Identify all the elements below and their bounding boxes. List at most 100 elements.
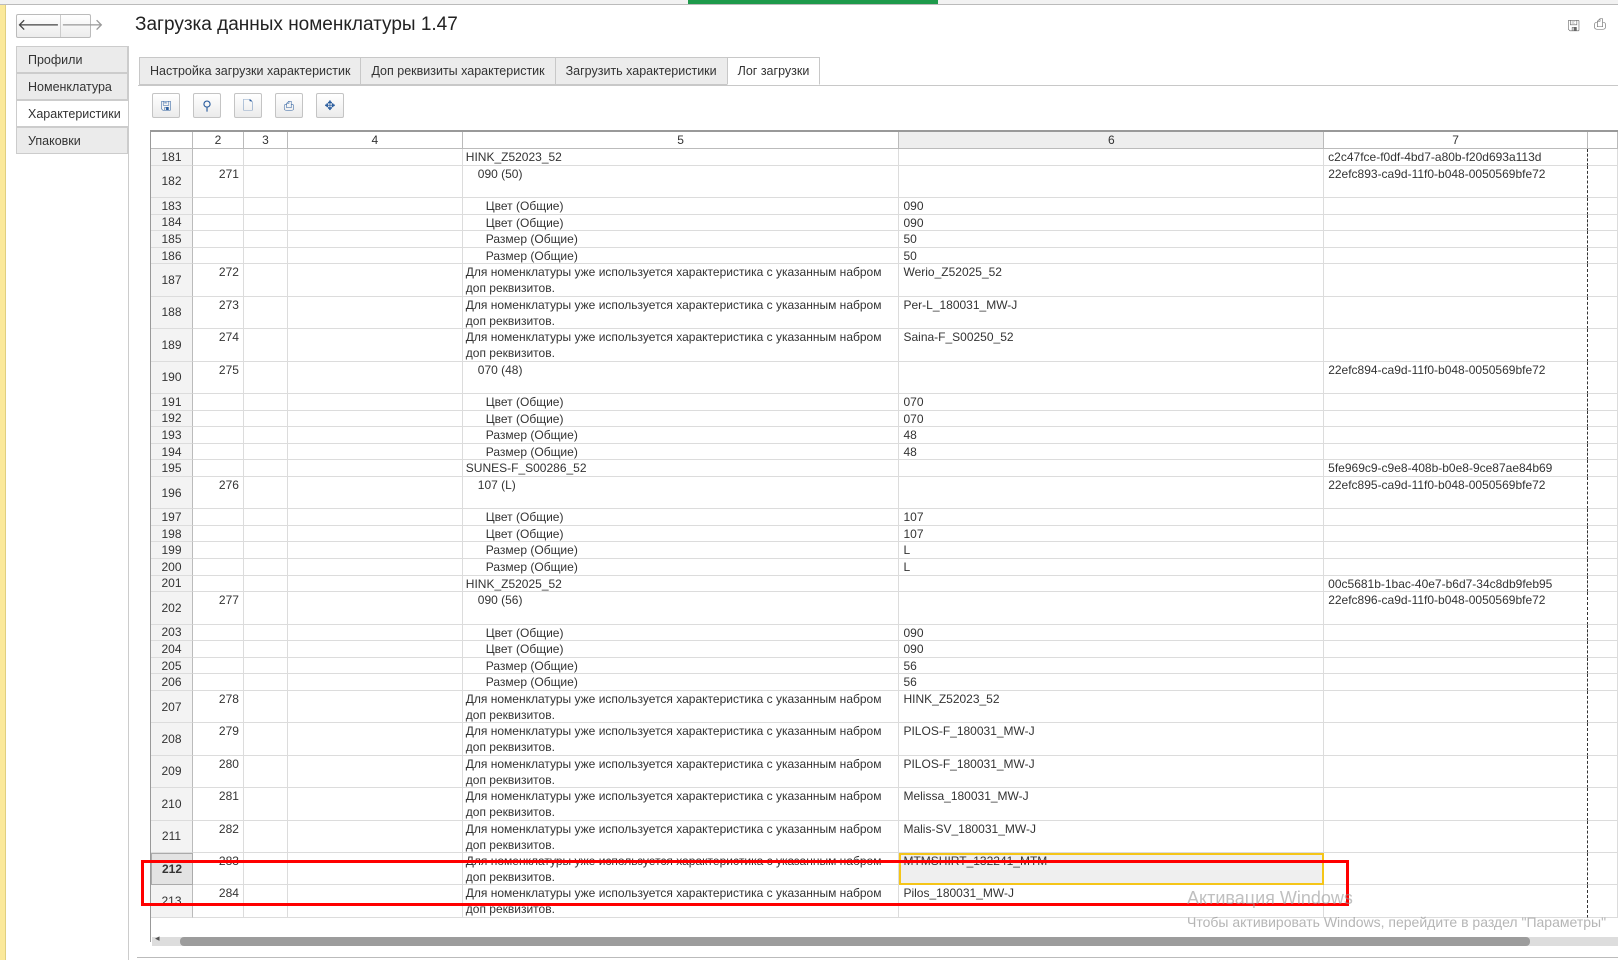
cell-value[interactable]: L	[899, 542, 1325, 560]
cell-guid[interactable]	[1324, 427, 1588, 444]
row-number[interactable]: 191	[151, 393, 193, 411]
print-button[interactable]: ⎙	[275, 93, 303, 118]
cell-guid[interactable]	[1324, 691, 1588, 724]
cell-col4[interactable]	[287, 393, 463, 411]
cell-message[interactable]: 090 (56)	[462, 592, 900, 625]
row-number[interactable]: 182	[151, 165, 193, 198]
cell-guid[interactable]	[1324, 788, 1588, 821]
cell-line-number[interactable]	[192, 214, 244, 232]
row-number[interactable]: 192	[151, 410, 193, 428]
row-number[interactable]: 203	[151, 624, 193, 642]
column-header-blank[interactable]	[151, 132, 193, 149]
cell-message[interactable]: Цвет (Общие)	[462, 410, 900, 428]
cell-line-number[interactable]	[192, 197, 244, 215]
row-number[interactable]: 198	[151, 525, 193, 543]
cell-col4[interactable]	[287, 723, 463, 756]
cell-message[interactable]: Размер (Общие)	[462, 427, 900, 444]
cell-line-number[interactable]: 274	[192, 329, 244, 362]
cell-line-number[interactable]: 271	[192, 165, 244, 198]
column-header-blank[interactable]	[1587, 132, 1618, 149]
cell-message[interactable]: Цвет (Общие)	[462, 624, 900, 642]
cell-guid[interactable]: 5fe969c9-c9e8-408b-b0e8-9ce87ae84b69	[1324, 460, 1588, 477]
row-number[interactable]: 190	[151, 361, 193, 394]
cell-line-number[interactable]: 273	[192, 296, 244, 330]
table-row[interactable]: 196 276 107 (L) 22efc895-ca9d-11f0-b048-005…	[151, 476, 1618, 510]
cell-message[interactable]: Цвет (Общие)	[462, 197, 900, 215]
cell-col4[interactable]	[287, 525, 463, 543]
scrollbar-thumb[interactable]	[180, 937, 1530, 946]
cell-value[interactable]: 107	[899, 525, 1325, 543]
row-number[interactable]: 202	[151, 592, 193, 625]
move-button[interactable]: ✥	[316, 93, 344, 118]
find-button[interactable]: ⚲	[193, 93, 221, 118]
cell-col3[interactable]	[243, 476, 288, 510]
forward-arrow-icon[interactable]: 🡒	[59, 15, 104, 37]
tab-load-settings[interactable]: Настройка загрузки характеристик	[139, 57, 362, 85]
cell-col3[interactable]	[243, 393, 288, 411]
cell-col3[interactable]	[243, 723, 288, 756]
cell-guid[interactable]	[1324, 657, 1588, 675]
cell-guid[interactable]	[1324, 542, 1588, 560]
row-number[interactable]: 184	[151, 214, 193, 232]
cell-line-number[interactable]	[192, 542, 244, 560]
cell-col3[interactable]	[243, 674, 288, 692]
row-number[interactable]: 201	[151, 575, 193, 593]
cell-message[interactable]: Для номенклатуры уже используется характ…	[462, 691, 900, 724]
cell-message[interactable]: SUNES-F_S00286_52	[462, 460, 900, 477]
column-header-6[interactable]: 6	[899, 132, 1325, 149]
cell-message[interactable]: Размер (Общие)	[462, 231, 900, 248]
cell-value[interactable]	[899, 361, 1325, 394]
back-arrow-icon[interactable]: 🡐	[17, 15, 60, 37]
cell-value[interactable]: 50	[899, 247, 1325, 265]
cell-value[interactable]: Werio_Z52025_52	[899, 264, 1325, 297]
cell-extra[interactable]	[1588, 542, 1618, 560]
cell-message[interactable]: Цвет (Общие)	[462, 214, 900, 232]
cell-extra[interactable]	[1588, 476, 1618, 510]
cell-col3[interactable]	[243, 592, 288, 625]
cell-col4[interactable]	[287, 641, 463, 658]
cell-extra[interactable]	[1587, 885, 1618, 918]
cell-line-number[interactable]	[192, 525, 244, 543]
cell-line-number[interactable]	[192, 624, 244, 642]
cell-guid[interactable]	[1324, 723, 1588, 756]
cell-col4[interactable]	[287, 197, 463, 215]
cell-col4[interactable]	[287, 691, 463, 724]
cell-guid[interactable]	[1324, 231, 1588, 248]
table-row[interactable]: 208 279 Для номенклатуры уже используется …	[151, 723, 1618, 756]
cell-col4[interactable]	[287, 165, 463, 198]
cell-message[interactable]: 107 (L)	[462, 476, 900, 510]
row-number[interactable]: 208	[151, 723, 193, 756]
cell-col3[interactable]	[243, 460, 288, 477]
cell-value[interactable]: 50	[899, 231, 1325, 248]
row-number[interactable]: 188	[151, 296, 193, 330]
cell-value[interactable]: 56	[899, 674, 1325, 692]
cell-line-number[interactable]: 279	[192, 723, 244, 756]
row-number[interactable]: 187	[151, 264, 193, 297]
cell-guid[interactable]	[1324, 755, 1588, 789]
cell-line-number[interactable]	[192, 427, 244, 444]
cell-value[interactable]: Melissa_180031_MW-J	[899, 788, 1325, 821]
cell-value[interactable]: HINK_Z52023_52	[899, 691, 1325, 724]
cell-message[interactable]: Размер (Общие)	[462, 559, 900, 576]
table-row[interactable]: 190 275 070 (48) 22efc894-ca9d-11f0-b048-00…	[151, 361, 1618, 394]
cell-extra[interactable]	[1588, 525, 1618, 543]
cell-col4[interactable]	[287, 657, 463, 675]
cell-message[interactable]: Цвет (Общие)	[462, 525, 900, 543]
cell-col3[interactable]	[243, 410, 288, 428]
cell-extra[interactable]	[1587, 149, 1618, 166]
cell-line-number[interactable]	[192, 460, 244, 477]
cell-message[interactable]: 070 (48)	[462, 361, 900, 394]
cell-extra[interactable]	[1587, 691, 1618, 724]
cell-col3[interactable]	[243, 197, 288, 215]
cell-line-number[interactable]	[192, 247, 244, 265]
cell-message[interactable]: Цвет (Общие)	[462, 509, 900, 526]
table-row[interactable]: 194 Размер (Общие) 48	[151, 443, 1618, 461]
table-row[interactable]: 184 Цвет (Общие) 090	[151, 214, 1618, 232]
table-row[interactable]: 191 Цвет (Общие) 070	[151, 393, 1618, 411]
cell-guid[interactable]	[1324, 525, 1588, 543]
cell-message[interactable]: Цвет (Общие)	[462, 641, 900, 658]
cell-message[interactable]: Для номенклатуры уже используется характ…	[462, 329, 900, 362]
row-number[interactable]: 185	[151, 231, 193, 248]
cell-line-number[interactable]: 281	[192, 788, 244, 821]
cell-value[interactable]: 107	[899, 509, 1325, 526]
